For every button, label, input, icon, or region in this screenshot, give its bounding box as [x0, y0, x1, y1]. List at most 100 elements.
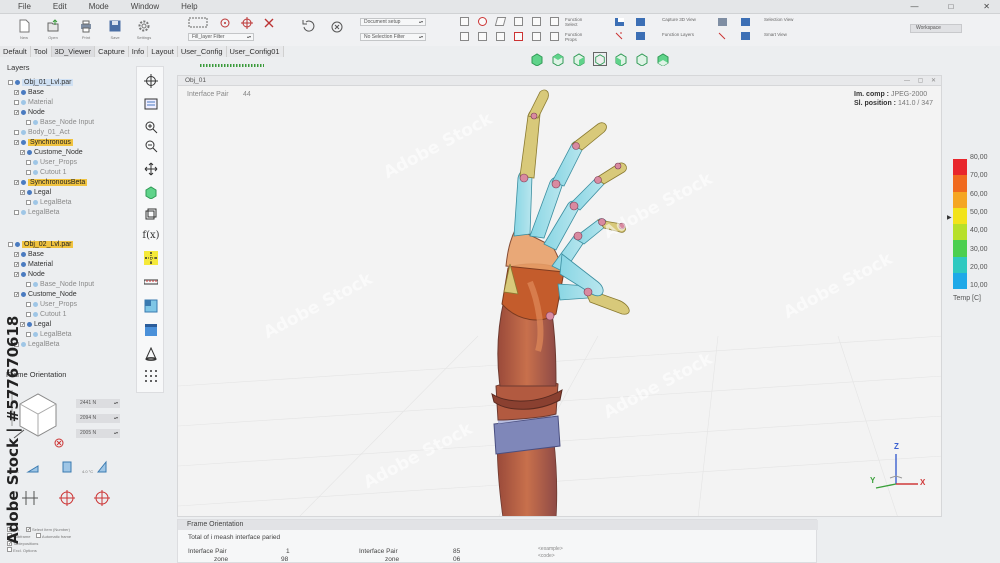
- layer-visibility-checkbox[interactable]: ✓: [14, 140, 19, 146]
- function-fx-icon[interactable]: f(x): [141, 229, 161, 243]
- layer-visibility-checkbox[interactable]: [14, 210, 19, 215]
- maximize-icon[interactable]: □: [948, 2, 953, 11]
- function-layers-label[interactable]: Function Layers: [662, 32, 698, 37]
- 3d-viewport[interactable]: Obj_01 — ▢ ✕ Interface Pair 44 Im. comp …: [177, 75, 942, 517]
- workspace-dropdown[interactable]: Workspace: [910, 24, 962, 33]
- layer-tree-item[interactable]: ✓ Custome_Node: [14, 290, 77, 299]
- layer-visibility-checkbox[interactable]: ✓: [20, 190, 25, 196]
- minimize-icon[interactable]: —: [910, 2, 918, 11]
- layer-visibility-checkbox[interactable]: ✓: [14, 90, 19, 96]
- layer-tree-item[interactable]: User_Props: [26, 158, 77, 167]
- tab-capture[interactable]: Capture: [95, 46, 129, 57]
- layer-visibility-checkbox[interactable]: [26, 160, 31, 165]
- settings-button[interactable]: Settings: [132, 19, 156, 40]
- layer-tree-item[interactable]: Cutout 1: [26, 310, 66, 319]
- layer-visibility-checkbox[interactable]: [8, 80, 13, 85]
- frame-icon[interactable]: [532, 17, 541, 26]
- layer-tree-item[interactable]: Cutout 1: [26, 168, 66, 177]
- menu-file[interactable]: File: [18, 2, 31, 11]
- layer-visibility-checkbox[interactable]: ✓: [14, 252, 19, 258]
- layer-tree-item[interactable]: Obj_02_Lvl.par: [8, 240, 74, 249]
- ruler-icon[interactable]: [144, 275, 158, 289]
- layer-tree-item[interactable]: Material: [14, 98, 53, 107]
- target-icons[interactable]: [20, 488, 120, 508]
- document-setup-dropdown[interactable]: Document setup: [360, 18, 426, 26]
- undo-icon[interactable]: [300, 19, 348, 33]
- layer-tree-item[interactable]: Base_Node Input: [26, 118, 94, 127]
- menu-mode[interactable]: Mode: [89, 2, 109, 11]
- shear-icon[interactable]: [494, 17, 507, 26]
- selection-filter-dropdown[interactable]: No Selection Filter: [360, 33, 426, 41]
- layer-visibility-checkbox[interactable]: [26, 120, 31, 125]
- layer-visibility-checkbox[interactable]: [14, 100, 19, 105]
- view-cube-front-icon[interactable]: [530, 52, 544, 66]
- viewport-window-controls[interactable]: — ▢ ✕: [904, 77, 939, 84]
- layer-visibility-checkbox[interactable]: ✓: [14, 110, 19, 116]
- tab-user-config[interactable]: User_Config: [177, 46, 227, 57]
- layer-visibility-checkbox[interactable]: [26, 282, 31, 287]
- layers-icon[interactable]: [550, 17, 559, 26]
- option-excl-checkbox[interactable]: [7, 547, 12, 552]
- layer-tree-item[interactable]: Obj_01_Lvl.par: [8, 78, 74, 87]
- open-button[interactable]: Open: [41, 19, 65, 40]
- view-cube-bottom-icon[interactable]: [656, 52, 670, 66]
- measure-icon[interactable]: [496, 32, 505, 41]
- layer-visibility-checkbox[interactable]: [26, 312, 31, 317]
- frame-value-1[interactable]: 2441 N: [76, 398, 120, 408]
- move-icon[interactable]: [144, 162, 158, 176]
- layer-visibility-checkbox[interactable]: ✓: [14, 272, 19, 278]
- layer-tree-item[interactable]: ✓ Node: [14, 270, 45, 279]
- menu-window[interactable]: Window: [131, 2, 159, 11]
- layer-visibility-checkbox[interactable]: [14, 130, 19, 135]
- zoom-out-icon[interactable]: [144, 139, 158, 153]
- layer-visibility-checkbox[interactable]: ✓: [20, 150, 25, 156]
- cone-icon[interactable]: [144, 347, 158, 361]
- layer-tree-item[interactable]: Body_01_Act: [14, 128, 70, 137]
- layer-tree-item[interactable]: LegalBeta: [26, 330, 72, 339]
- crosshair-icon[interactable]: [144, 74, 158, 88]
- view-cube-left-icon[interactable]: [635, 52, 649, 66]
- layer-filter-dropdown[interactable]: Fill_layer Filter: [188, 33, 254, 41]
- layer-visibility-checkbox[interactable]: [26, 170, 31, 175]
- wireframe-icon[interactable]: [144, 207, 158, 221]
- layer-tree-item[interactable]: ✓ Synchronous: [14, 138, 73, 147]
- tab-user-config01[interactable]: User_Config01: [226, 46, 284, 57]
- split-view-icon[interactable]: [144, 299, 158, 313]
- new-button[interactable]: New: [12, 19, 36, 40]
- box-icon[interactable]: [514, 17, 523, 26]
- layer-tree-item[interactable]: ✓ Base: [14, 88, 44, 97]
- rotate-icon[interactable]: [478, 17, 487, 26]
- layer-visibility-checkbox[interactable]: [8, 242, 13, 247]
- smart-view-label[interactable]: Smart View: [764, 32, 794, 37]
- frame-value-2[interactable]: 2094 N: [76, 413, 120, 423]
- layer-tree-item[interactable]: User_Props: [26, 300, 77, 309]
- diagonal-icon[interactable]: [478, 32, 487, 41]
- layer-tree-item[interactable]: ✓ Base: [14, 250, 44, 259]
- layer-tree-item[interactable]: ✓ Legal: [20, 188, 51, 197]
- layer-visibility-checkbox[interactable]: [26, 332, 31, 337]
- selection-tools-icon[interactable]: [188, 16, 278, 30]
- zoom-in-icon[interactable]: [144, 120, 158, 134]
- layer-tree-item[interactable]: ✓ Node: [14, 108, 45, 117]
- tab-layout[interactable]: Layout: [148, 46, 178, 57]
- tab-default[interactable]: Default: [0, 46, 31, 57]
- tab-3d-viewer[interactable]: 3D_Viewer: [51, 46, 96, 57]
- option-select-item-checkbox[interactable]: ✓: [25, 527, 31, 533]
- layer-visibility-checkbox[interactable]: [26, 302, 31, 307]
- layer-tree-item[interactable]: ✓ Custome_Node: [20, 148, 83, 157]
- layer-visibility-checkbox[interactable]: ✓: [14, 180, 19, 186]
- layer-visibility-checkbox[interactable]: ✓: [14, 262, 19, 268]
- layer-visibility-checkbox[interactable]: [26, 200, 31, 205]
- layer-tree-item[interactable]: Base_Node Input: [26, 280, 94, 289]
- zoom-select-icon[interactable]: [460, 17, 469, 26]
- menu-edit[interactable]: Edit: [53, 2, 67, 11]
- layer-visibility-checkbox[interactable]: ✓: [14, 292, 19, 298]
- function-select-label[interactable]: Function Select: [565, 17, 591, 27]
- tab-tool[interactable]: Tool: [30, 46, 52, 57]
- view-cube-side-icon[interactable]: [572, 52, 586, 66]
- layer-tree-item[interactable]: ✓ Material: [14, 260, 53, 269]
- rotation-icons[interactable]: [8, 458, 118, 474]
- points-highlight-icon[interactable]: [144, 251, 158, 265]
- layer-tree-item[interactable]: ✓ Legal: [20, 320, 51, 329]
- tab-info[interactable]: Info: [128, 46, 149, 57]
